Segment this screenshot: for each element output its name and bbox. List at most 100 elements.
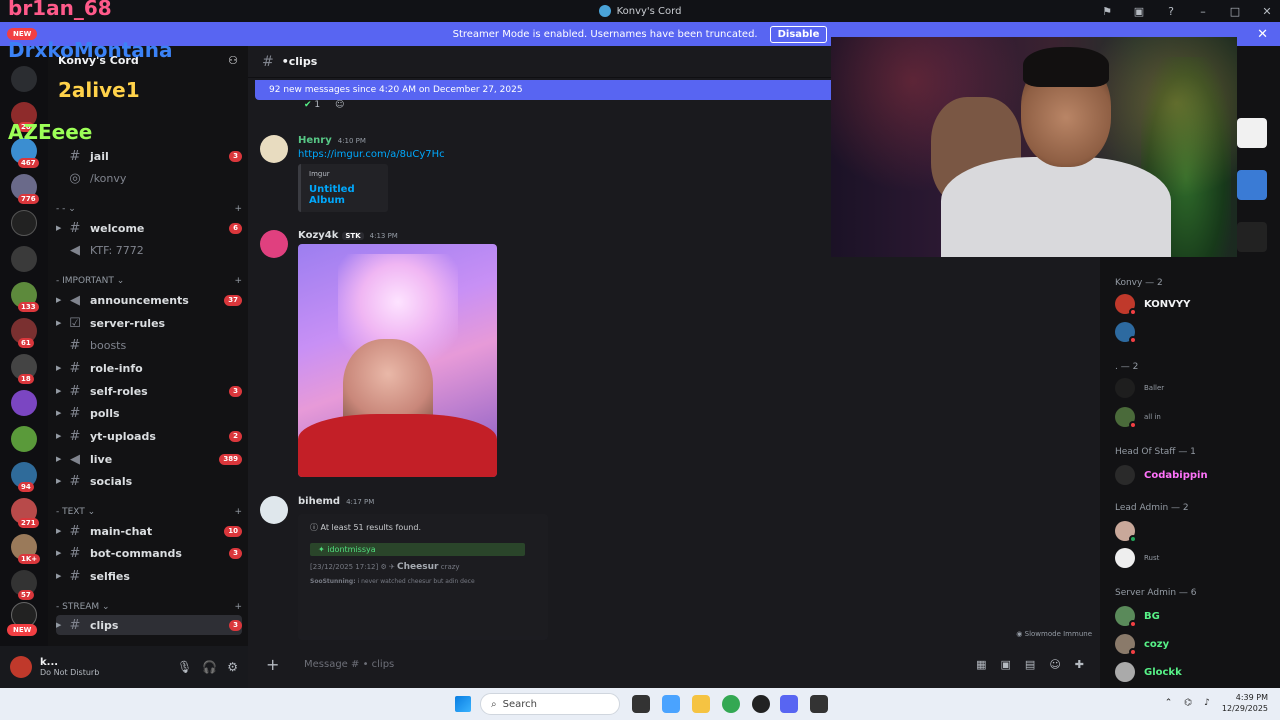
channel-name: socials xyxy=(90,474,133,488)
explorer-icon[interactable] xyxy=(692,695,710,713)
minimize-icon[interactable]: – xyxy=(1196,5,1210,18)
copilot-icon[interactable] xyxy=(662,695,680,713)
message-input[interactable]: Message # • clips xyxy=(304,659,976,670)
avatar[interactable] xyxy=(260,496,288,524)
avatar[interactable] xyxy=(10,656,32,678)
start-icon[interactable] xyxy=(455,696,471,712)
grid-app-icon[interactable] xyxy=(1237,118,1267,148)
channel-main-chat[interactable]: ▶ # main-chat 10 xyxy=(56,521,242,541)
banner-close-icon[interactable]: ✕ xyxy=(1257,27,1268,42)
category-stream[interactable]: - STREAM ⌄ + xyxy=(56,602,242,612)
clock[interactable]: 4:39 PM 12/29/2025 xyxy=(1222,692,1268,714)
member-item[interactable]: all in xyxy=(1115,407,1161,429)
obs-icon[interactable] xyxy=(752,695,770,713)
mic-icon[interactable]: 🎙 xyxy=(177,660,192,674)
user-panel: k... Do Not Disturb 🎙 🎧 ⚙ xyxy=(0,646,248,688)
channel-name: yt-uploads xyxy=(90,429,156,443)
chevron-up-icon[interactable]: ⌃ xyxy=(1165,698,1173,708)
add-channel-icon[interactable]: + xyxy=(234,276,242,286)
channel-welcome[interactable]: ▶ # welcome 6 xyxy=(56,218,242,238)
channel-bot-commands[interactable]: ▶ # bot-commands 3 xyxy=(56,543,242,563)
message-composer[interactable]: + Message # • clips ▦ ▣ ▤ ☺ ✚ xyxy=(256,648,1092,680)
add-channel-icon[interactable]: + xyxy=(234,602,242,612)
embed-title[interactable]: Untitled Album xyxy=(309,184,380,206)
message-author[interactable]: bihemd 4:17 PM xyxy=(298,496,374,507)
add-channel-icon[interactable]: + xyxy=(234,507,242,517)
add-member-icon[interactable]: ⚇ xyxy=(228,54,238,67)
help-icon[interactable]: ? xyxy=(1164,5,1178,18)
channel-announcements[interactable]: ▶ ◀ announcements 37 xyxy=(56,290,242,310)
channel-name: server-rules xyxy=(90,316,166,330)
p-app-icon[interactable] xyxy=(1237,222,1267,252)
screen-icon[interactable]: ▣ xyxy=(1132,5,1146,18)
maximize-icon[interactable]: □ xyxy=(1228,5,1242,18)
server-icon[interactable] xyxy=(11,66,37,92)
member-name: cozy xyxy=(1144,638,1170,650)
new-pill-bottom[interactable]: NEW xyxy=(7,624,38,636)
close-icon[interactable]: ✕ xyxy=(1260,5,1274,18)
channel-clips[interactable]: ▶ # clips 3 xyxy=(56,615,242,635)
emoji-icon[interactable]: ☺ xyxy=(1049,658,1060,671)
member-item[interactable]: KONVYY xyxy=(1115,294,1190,316)
gif-icon[interactable]: ▣ xyxy=(1001,658,1011,671)
avatar[interactable] xyxy=(260,135,288,163)
category-important[interactable]: - IMPORTANT ⌄ + xyxy=(56,276,242,286)
server-icon[interactable] xyxy=(11,246,37,272)
settings-gear-icon[interactable]: ⚙ xyxy=(227,660,238,674)
member-item[interactable]: Baller xyxy=(1115,378,1164,398)
new-messages-bar[interactable]: 92 new messages since 4:20 AM on Decembe… xyxy=(255,80,835,100)
category-text[interactable]: - TEXT ⌄ + xyxy=(56,507,242,517)
channel-socials[interactable]: ▶ # socials xyxy=(56,471,242,491)
inbox-icon[interactable]: ⚑ xyxy=(1100,5,1114,18)
taskview-icon[interactable] xyxy=(632,695,650,713)
hash-icon: # xyxy=(69,148,81,164)
message-image[interactable] xyxy=(298,244,497,477)
apps-icon[interactable]: ✚ xyxy=(1075,658,1084,671)
server-icon[interactable] xyxy=(11,390,37,416)
channel-boosts[interactable]: # boosts xyxy=(56,335,242,355)
member-item[interactable]: BG xyxy=(1115,606,1160,628)
message-time: 4:17 PM xyxy=(346,498,375,506)
channel-polls[interactable]: ▶ # polls xyxy=(56,403,242,423)
message-link[interactable]: https://imgur.com/a/8uCy7Hc xyxy=(298,149,445,160)
sticker-icon[interactable]: ▤ xyxy=(1025,658,1035,671)
channel-server-rules[interactable]: ▶ ☑ server-rules xyxy=(56,313,242,333)
headphones-icon[interactable]: 🎧 xyxy=(202,660,217,674)
hash-icon: # xyxy=(69,545,81,561)
channel-jail[interactable]: # jail 3 xyxy=(56,146,242,166)
channel-ktf[interactable]: ◀ KTF: 7772 xyxy=(56,240,242,260)
attach-plus-icon[interactable]: + xyxy=(266,655,292,674)
server-icon[interactable] xyxy=(11,426,37,452)
add-channel-icon[interactable]: + xyxy=(234,204,242,214)
message-author[interactable]: Henry 4:10 PM xyxy=(298,135,366,146)
taskbar-search[interactable]: ⌕ Search xyxy=(480,693,620,715)
member-item[interactable]: cozy xyxy=(1115,634,1170,656)
quote-text: i never watched cheesur but adin dece xyxy=(357,578,475,585)
message-author[interactable]: Kozy4k STK 4:13 PM xyxy=(298,230,398,241)
avatar[interactable] xyxy=(260,230,288,258)
network-icon[interactable]: ⌬ xyxy=(1184,698,1192,708)
cards-app-icon[interactable] xyxy=(1237,170,1267,200)
app-icon[interactable] xyxy=(810,695,828,713)
add-reaction-icon[interactable]: ☺ xyxy=(335,100,344,110)
discord-icon[interactable] xyxy=(780,695,798,713)
member-item[interactable]: Codabippin xyxy=(1115,465,1208,485)
reaction[interactable]: ✔ 1 ☺ xyxy=(304,100,344,110)
server-icon[interactable] xyxy=(11,210,37,236)
member-item[interactable] xyxy=(1115,322,1137,344)
mention-badge: 389 xyxy=(219,453,242,465)
channel-selfies[interactable]: ▶ # selfies xyxy=(56,566,242,586)
channel-self-roles[interactable]: ▶ # self-roles 3 xyxy=(56,381,242,401)
channel-konvy[interactable]: ◎ /konvy xyxy=(56,168,242,188)
member-item[interactable]: Rust xyxy=(1115,548,1159,568)
member-item[interactable] xyxy=(1115,521,1144,543)
category-uncategorized[interactable]: - - ⌄ + xyxy=(56,204,242,214)
channel-live[interactable]: ▶ ◀ live 389 xyxy=(56,449,242,469)
volume-icon[interactable]: ♪ xyxy=(1204,698,1210,708)
channel-yt-uploads[interactable]: ▶ # yt-uploads 2 xyxy=(56,426,242,446)
chrome-icon[interactable] xyxy=(722,695,740,713)
disable-button[interactable]: Disable xyxy=(769,25,828,43)
channel-role-info[interactable]: ▶ # role-info xyxy=(56,358,242,378)
member-item[interactable]: Glockk xyxy=(1115,662,1182,682)
gift-icon[interactable]: ▦ xyxy=(976,658,986,671)
